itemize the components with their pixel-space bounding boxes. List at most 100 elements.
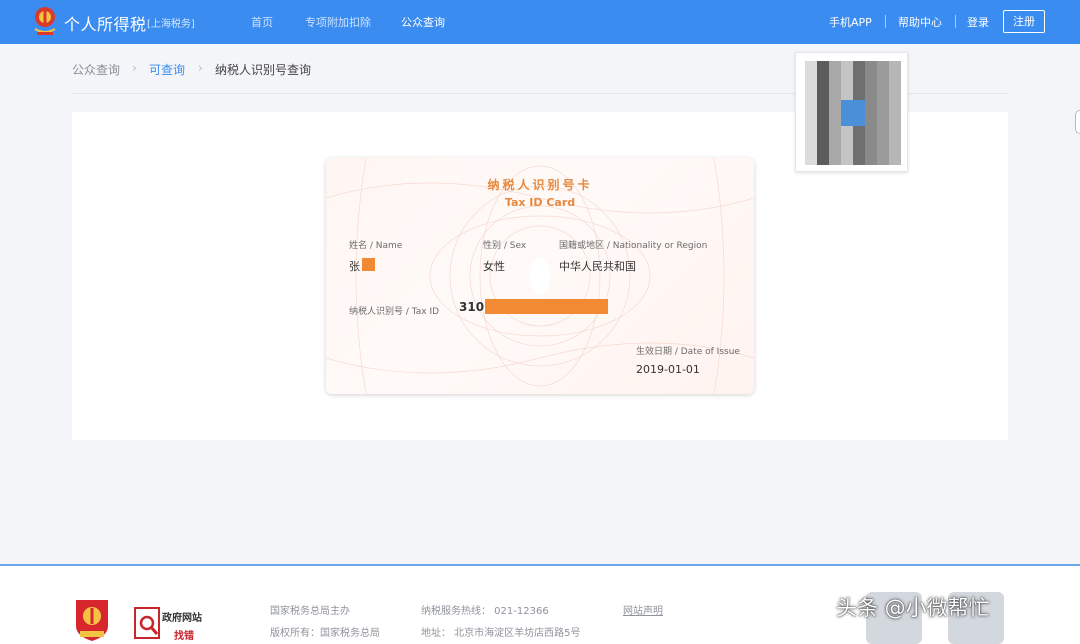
qr-pixel	[841, 139, 853, 152]
brand-region: [上海税务]	[147, 19, 195, 30]
qr-pixel	[853, 139, 865, 152]
gov-site-label: 政府网站	[162, 613, 202, 624]
qr-pixel	[829, 126, 841, 139]
qr-pixel	[889, 100, 901, 113]
qr-pixel	[841, 87, 853, 100]
nav-home[interactable]: 首页	[251, 14, 273, 30]
sex-value: 女性	[483, 260, 505, 273]
qr-pixel	[853, 100, 865, 113]
qr-pixel	[805, 152, 817, 165]
qr-pixel	[877, 87, 889, 100]
qr-pixel	[805, 61, 817, 74]
top-header: 个人所得税 [上海税务] 首页 专项附加扣除 公众查询 手机APP 帮助中心 登…	[0, 0, 1080, 44]
site-statement-link[interactable]: 网站声明	[623, 602, 663, 617]
card-guilloche-pattern	[326, 158, 754, 394]
qr-pixel	[817, 74, 829, 87]
qr-pixel	[877, 126, 889, 139]
qr-pixel	[877, 139, 889, 152]
name-value: 张	[349, 260, 360, 273]
qr-pixel	[817, 152, 829, 165]
nav-special-deduction[interactable]: 专项附加扣除	[305, 14, 371, 30]
brand-title[interactable]: 个人所得税	[64, 11, 147, 35]
qr-pixel	[817, 139, 829, 152]
issue-date-label: 生效日期 / Date of Issue	[636, 347, 740, 357]
party-government-badge-icon[interactable]	[72, 598, 112, 642]
qr-pixel	[889, 87, 901, 100]
qr-pixel	[853, 126, 865, 139]
qr-pixel	[829, 152, 841, 165]
register-button[interactable]: 注册	[1003, 10, 1045, 33]
qr-pixel	[865, 139, 877, 152]
qr-pixel	[817, 126, 829, 139]
chevron-right-icon: ›	[132, 61, 137, 75]
qr-pixel	[805, 100, 817, 113]
tax-emblem-icon	[34, 7, 56, 35]
breadcrumb-queryable[interactable]: 可查询	[149, 61, 185, 78]
qr-pixel	[865, 113, 877, 126]
qr-pixel	[877, 74, 889, 87]
qr-pixel	[817, 87, 829, 100]
mobile-app-link[interactable]: 手机APP	[829, 14, 872, 30]
qr-pixel	[829, 61, 841, 74]
card-title-en: Tax ID Card	[504, 196, 576, 209]
footer-hotline: 纳税服务热线： 021-12366	[421, 606, 549, 617]
sex-label: 性别 / Sex	[483, 241, 527, 251]
qr-pixel	[829, 87, 841, 100]
qr-pixel	[853, 74, 865, 87]
qr-code-icon	[805, 61, 901, 165]
name-label: 姓名 / Name	[349, 241, 403, 251]
nationality-value: 中华人民共和国	[559, 260, 636, 273]
qr-pixel	[841, 152, 853, 165]
header-divider	[955, 15, 956, 28]
qr-pixel	[841, 126, 853, 139]
qr-pixel	[889, 152, 901, 165]
qr-pixel	[817, 100, 829, 113]
nav-public-query[interactable]: 公众查询	[401, 14, 445, 30]
help-center-link[interactable]: 帮助中心	[898, 14, 942, 30]
taxid-redaction	[485, 299, 608, 314]
qr-pixel	[829, 100, 841, 113]
qr-pixel	[889, 113, 901, 126]
qr-pixel	[877, 113, 889, 126]
issue-date-value: 2019-01-01	[636, 363, 700, 376]
qr-pixel	[877, 61, 889, 74]
qr-code-popup[interactable]	[795, 52, 908, 172]
qr-pixel	[877, 152, 889, 165]
qr-pixel	[865, 74, 877, 87]
tax-id-card: 纳税人识别号卡 Tax ID Card 姓名 / Name 张 性别 / Sex…	[326, 158, 754, 394]
footer-sponsor: 国家税务总局主办	[270, 606, 350, 617]
qr-pixel	[841, 61, 853, 74]
footer-copyright: 版权所有：国家税务总局	[270, 628, 380, 639]
qr-pixel	[817, 113, 829, 126]
qr-pixel	[805, 113, 817, 126]
qr-pixel	[805, 139, 817, 152]
qr-pixel	[841, 113, 853, 126]
taxid-label: 纳税人识别号 / Tax ID	[349, 307, 440, 317]
qr-pixel	[853, 113, 865, 126]
qr-pixel	[829, 74, 841, 87]
qr-pixel	[853, 87, 865, 100]
qr-pixel	[889, 126, 901, 139]
qr-pixel	[829, 113, 841, 126]
qr-pixel	[865, 152, 877, 165]
card-title-zh: 纳税人识别号卡	[487, 178, 593, 192]
nationality-label: 国籍或地区 / Nationality or Region	[559, 241, 708, 251]
watermark-text: 头条 @小微帮忙	[836, 596, 990, 620]
breadcrumb-public-query[interactable]: 公众查询	[72, 61, 120, 78]
qr-pixel	[841, 74, 853, 87]
qr-pixel	[853, 61, 865, 74]
qr-pixel	[877, 100, 889, 113]
breadcrumb-current: 纳税人识别号查询	[215, 63, 312, 77]
login-link[interactable]: 登录	[967, 14, 989, 30]
qr-pixel	[865, 100, 877, 113]
find-error-label: 找错	[174, 631, 194, 642]
taxid-value: 310	[459, 300, 485, 314]
qr-pixel	[865, 61, 877, 74]
side-scroll-handle[interactable]	[1075, 110, 1080, 134]
qr-pixel	[853, 152, 865, 165]
qr-pixel	[805, 126, 817, 139]
qr-pixel	[805, 87, 817, 100]
qr-pixel	[889, 74, 901, 87]
qr-pixel	[805, 74, 817, 87]
qr-pixel	[865, 126, 877, 139]
